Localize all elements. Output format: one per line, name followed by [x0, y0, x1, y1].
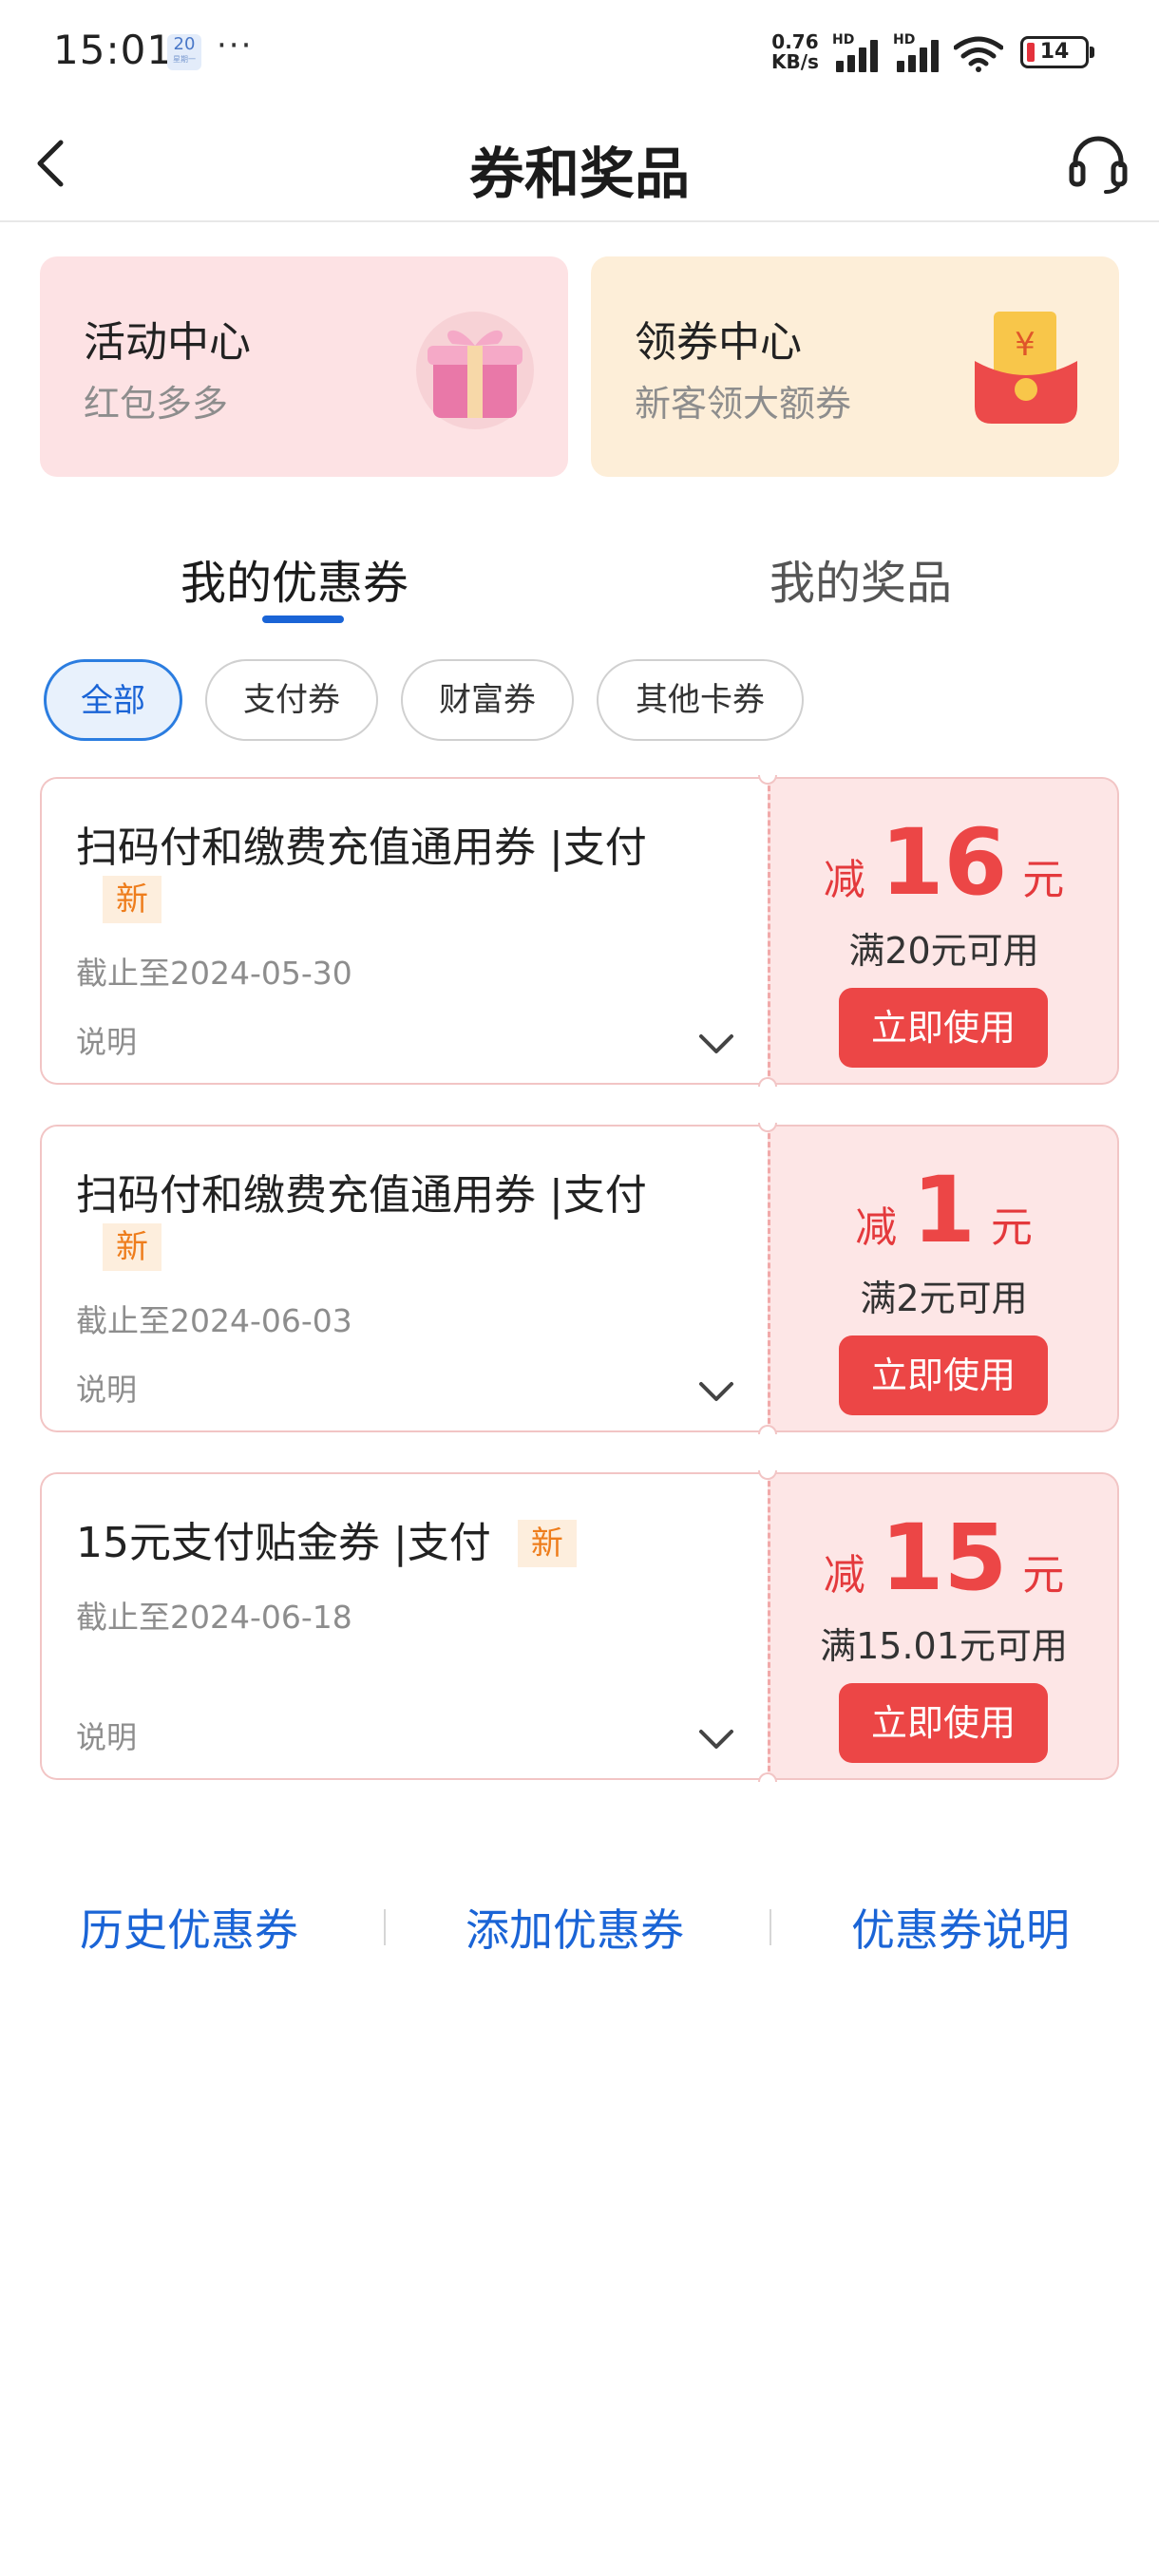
calendar-day: 20	[173, 34, 196, 54]
signal-1-icon: HD	[832, 32, 885, 72]
coupon-value-panel: 减 15 元 满15.01元可用 立即使用	[768, 1472, 1119, 1780]
page-title: 券和奖品	[468, 142, 690, 206]
coupon-condition: 满2元可用	[860, 1278, 1028, 1319]
amount-prefix: 减	[855, 1203, 898, 1252]
active-tab-indicator	[262, 616, 344, 623]
new-badge: 新	[103, 1223, 162, 1271]
customer-service-headset-icon[interactable]	[1064, 129, 1132, 198]
filter-chip-all[interactable]: 全部	[44, 659, 182, 741]
new-badge: 新	[103, 876, 162, 923]
coupon-card: 扫码付和缴费充值通用券 |支付 新 截止至2024-05-30 说明 减 16 元 …	[40, 775, 1119, 1087]
coupon-name: 扫码付和缴费充值通用券 |支付	[76, 1171, 647, 1220]
tab-my-coupons[interactable]: 我的优惠券	[180, 545, 408, 612]
new-badge: 新	[517, 1520, 577, 1567]
hd-label-1: HD	[832, 32, 855, 47]
coupon-name: 15元支付贴金券 |支付	[76, 1519, 491, 1567]
coupon-info-panel: 扫码付和缴费充值通用券 |支付 新 截止至2024-06-03 说明	[40, 1125, 768, 1432]
wifi-icon	[954, 36, 1003, 72]
coupon-description-toggle[interactable]: 说明	[76, 1366, 137, 1410]
coupon-info-panel: 扫码付和缴费充值通用券 |支付 新 截止至2024-05-30 说明	[40, 777, 768, 1085]
activity-center-subtitle: 红包多多	[84, 383, 229, 425]
amount-unit: 元	[990, 1203, 1033, 1252]
coupon-center-title: 领券中心	[635, 318, 802, 367]
coupon-amount: 减 15 元	[770, 1510, 1117, 1605]
filter-chip-payment[interactable]: 支付券	[205, 659, 378, 741]
status-time: 15:01	[53, 27, 174, 73]
history-coupons-link[interactable]: 历史优惠券	[80, 1896, 298, 1959]
more-notifications-icon: ···	[217, 27, 254, 65]
coupon-name-block: 扫码付和缴费充值通用券 |支付 新	[76, 823, 741, 925]
hd-label-2: HD	[893, 32, 916, 47]
footer-divider	[770, 1909, 771, 1945]
status-bar: 15:01 20 星期一 ··· 0.76 KB/s HD HD 14	[0, 0, 1159, 104]
chevron-down-icon[interactable]	[697, 1727, 735, 1752]
amount-value: 16	[880, 809, 1008, 916]
chevron-down-icon[interactable]	[697, 1032, 735, 1056]
amount-value: 1	[912, 1157, 976, 1263]
battery-icon: 14	[1020, 36, 1094, 68]
add-coupon-link[interactable]: 添加优惠券	[466, 1896, 684, 1959]
coupon-card: 扫码付和缴费充值通用券 |支付 新 截止至2024-06-03 说明 减1元 满…	[40, 1123, 1119, 1434]
amount-value: 15	[880, 1505, 1008, 1611]
coupon-deadline: 截止至2024-05-30	[76, 955, 352, 992]
coupon-center-subtitle: 新客领大额券	[635, 383, 852, 425]
footer-divider	[384, 1909, 386, 1945]
coupon-deadline: 截止至2024-06-03	[76, 1302, 352, 1339]
red-envelope-icon: ¥	[975, 312, 1077, 424]
coupon-card: 15元支付贴金券 |支付新 截止至2024-06-18 说明 减 15 元 满15.…	[40, 1470, 1119, 1782]
coupon-info-panel: 15元支付贴金券 |支付新 截止至2024-06-18 说明	[40, 1472, 768, 1780]
chevron-down-icon[interactable]	[697, 1379, 735, 1404]
nav-header: 券和奖品	[0, 104, 1159, 222]
coupon-amount: 减1元	[770, 1163, 1117, 1258]
activity-center-card[interactable]: 活动中心 红包多多	[40, 256, 568, 477]
coupon-description-toggle[interactable]: 说明	[76, 1018, 137, 1062]
amount-prefix: 减	[823, 1551, 865, 1600]
coupon-condition: 满20元可用	[848, 930, 1039, 972]
filter-chip-wealth[interactable]: 财富券	[401, 659, 574, 741]
use-now-button[interactable]: 立即使用	[839, 988, 1048, 1068]
battery-level: 14	[1039, 40, 1070, 64]
coupon-rules-link[interactable]: 优惠券说明	[851, 1896, 1070, 1959]
calendar-weekday: 星期一	[173, 55, 196, 64]
coupon-condition: 满15.01元可用	[820, 1625, 1068, 1667]
coupon-value-panel: 减 16 元 满20元可用 立即使用	[768, 777, 1119, 1085]
coupon-name: 扫码付和缴费充值通用券 |支付	[76, 824, 647, 872]
network-speed-value: 0.76	[771, 30, 819, 53]
tab-my-prizes[interactable]: 我的奖品	[770, 545, 952, 612]
coupon-name-block: 15元支付贴金券 |支付新	[76, 1518, 741, 1569]
coupon-center-card[interactable]: 领券中心 新客领大额券 ¥	[591, 256, 1119, 477]
svg-text:¥: ¥	[1015, 326, 1036, 364]
activity-center-title: 活动中心	[84, 318, 251, 367]
amount-unit: 元	[1022, 856, 1065, 904]
network-speed: 0.76 KB/s	[771, 32, 819, 72]
coupon-amount: 减 16 元	[770, 815, 1117, 910]
signal-2-icon: HD	[893, 32, 946, 72]
amount-unit: 元	[1022, 1551, 1065, 1600]
coupon-deadline: 截止至2024-06-18	[76, 1599, 352, 1636]
amount-prefix: 减	[823, 856, 865, 904]
filter-chip-other-cards[interactable]: 其他卡券	[597, 659, 804, 741]
coupon-description-toggle[interactable]: 说明	[76, 1714, 137, 1757]
coupon-name-block: 扫码付和缴费充值通用券 |支付 新	[76, 1170, 741, 1273]
use-now-button[interactable]: 立即使用	[839, 1335, 1048, 1415]
use-now-button[interactable]: 立即使用	[839, 1683, 1048, 1763]
gift-box-icon	[416, 312, 534, 429]
network-speed-unit: KB/s	[771, 50, 819, 73]
coupon-value-panel: 减1元 满2元可用 立即使用	[768, 1125, 1119, 1432]
calendar-icon: 20 星期一	[167, 34, 201, 70]
